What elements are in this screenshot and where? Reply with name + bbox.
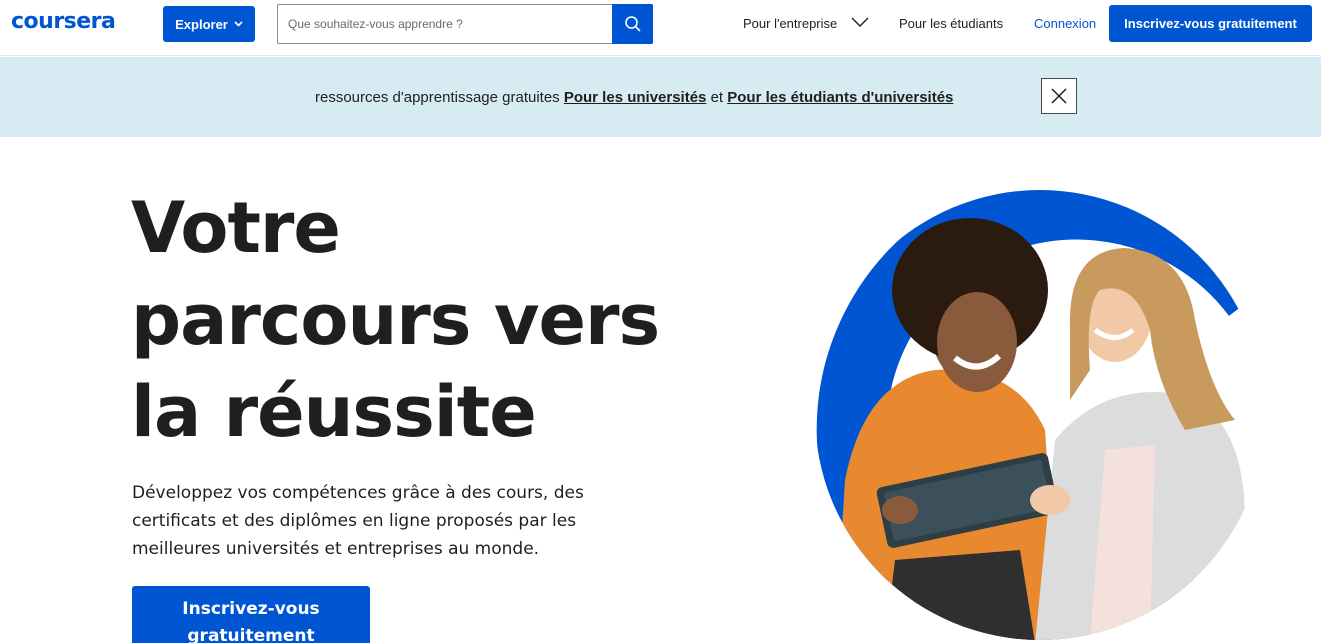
explore-label: Explorer xyxy=(175,16,228,32)
hero-title-line: parcours vers xyxy=(131,279,660,361)
cta-label-line: gratuitement xyxy=(187,626,315,643)
chevron-down-icon xyxy=(234,19,243,30)
hero-title-line: la réussite xyxy=(131,371,537,453)
search-bar xyxy=(277,4,653,44)
coursera-logo[interactable]: coursera xyxy=(11,9,116,34)
nav-students-link[interactable]: Pour les étudiants xyxy=(899,16,1003,31)
signup-button[interactable]: Inscrivez-vous gratuitement xyxy=(1109,5,1312,42)
explore-button[interactable]: Explorer xyxy=(163,6,255,42)
universities-link[interactable]: Pour les universités xyxy=(564,89,707,106)
search-icon xyxy=(624,16,641,32)
cta-label-line: Inscrivez-vous xyxy=(182,599,320,619)
banner-prefix: ressources d'apprentissage gratuites xyxy=(315,89,564,106)
banner-text: ressources d'apprentissage gratuites Pou… xyxy=(315,89,953,106)
banner-close-button[interactable] xyxy=(1041,78,1077,114)
nav-enterprise-link[interactable]: Pour l'entreprise xyxy=(743,16,837,31)
banner-connector: et xyxy=(706,89,728,106)
hero-title-line: Votre xyxy=(131,187,341,269)
hero-image xyxy=(815,190,1265,640)
university-students-link[interactable]: Pour les étudiants d'universités xyxy=(727,89,953,106)
chevron-down-icon[interactable] xyxy=(850,14,870,30)
login-link[interactable]: Connexion xyxy=(1034,16,1096,31)
hero-signup-button[interactable]: Inscrivez-vous gratuitement xyxy=(132,586,370,643)
info-banner: ressources d'apprentissage gratuites Pou… xyxy=(0,57,1321,137)
search-button[interactable] xyxy=(612,4,653,44)
hero-description: Développez vos compétences grâce à des c… xyxy=(132,483,584,559)
close-icon xyxy=(1051,88,1067,104)
search-input[interactable] xyxy=(278,5,612,43)
top-navigation: coursera Explorer Pour l'entreprise Pour… xyxy=(0,0,1321,56)
hero-title: Votre parcours vers la réussite xyxy=(131,182,691,458)
